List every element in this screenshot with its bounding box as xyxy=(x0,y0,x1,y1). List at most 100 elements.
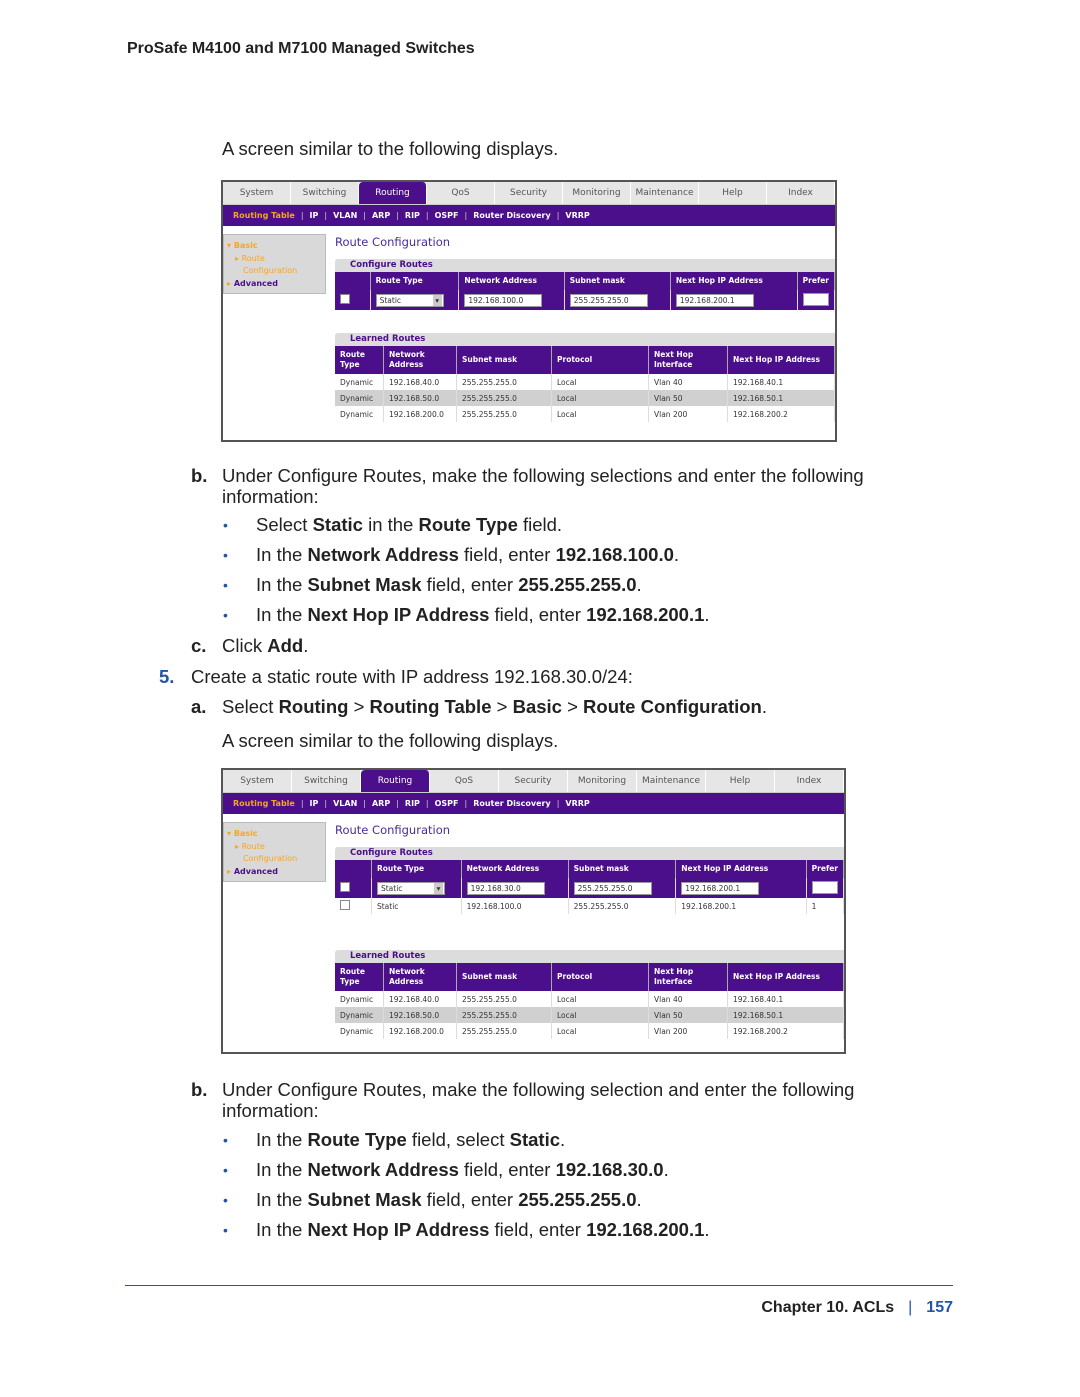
select-checkbox[interactable] xyxy=(340,294,350,304)
bullet-item: In the Next Hop IP Address field, enter … xyxy=(256,604,710,625)
subnet-mask-input[interactable]: 255.255.255.0 xyxy=(569,293,648,307)
network-address-input[interactable]: 192.168.30.0 xyxy=(466,881,545,895)
step-5-label: 5. xyxy=(159,666,175,687)
table-cell: Local xyxy=(551,406,649,422)
tab-monitoring[interactable]: Monitoring xyxy=(563,182,631,204)
sidebar-item-route[interactable]: ▸ Route xyxy=(227,253,325,266)
subnav-routing-table[interactable]: Routing Table xyxy=(233,799,295,808)
tab-qos[interactable]: QoS xyxy=(430,770,499,792)
subnav-divider: | xyxy=(464,799,468,808)
step-5-text: Create a static route with IP address 19… xyxy=(191,666,633,687)
table-cell: 192.168.40.1 xyxy=(727,991,844,1007)
subnav-routing-table[interactable]: Routing Table xyxy=(233,211,295,220)
subnav-ospf[interactable]: OSPF xyxy=(435,211,459,220)
tab-system[interactable]: System xyxy=(223,770,292,792)
tab-routing[interactable]: Routing xyxy=(359,182,427,204)
sidebar-item-configuration[interactable]: Configuration xyxy=(227,853,325,866)
tab-security[interactable]: Security xyxy=(495,182,563,204)
sidebar-item-basic[interactable]: ▾ Basic xyxy=(227,240,325,253)
route-type-select[interactable]: Static xyxy=(375,293,444,307)
next-hop-ip-input[interactable]: 192.168.200.1 xyxy=(681,881,760,895)
subnav-divider: | xyxy=(324,799,328,808)
learned-routes-table: Route Type Network Address Subnet mask Prot… xyxy=(335,963,844,1039)
subnav-divider: | xyxy=(324,211,328,220)
subnav-arp[interactable]: ARP xyxy=(372,211,390,220)
tab-qos[interactable]: QoS xyxy=(427,182,495,204)
static-route-row: Static 192.168.100.0 255.255.255.0 192.168.… xyxy=(335,898,844,914)
sidebar-label: Basic xyxy=(233,829,258,838)
sidebar-item-advanced[interactable]: ▸ Advanced xyxy=(227,278,325,291)
tab-help[interactable]: Help xyxy=(699,182,767,204)
subnav-router-discovery[interactable]: Router Discovery xyxy=(473,799,551,808)
ui-body: ▾ Basic ▸ Route Configuration ▸ Advanced Rou… xyxy=(223,226,835,422)
screenshot-route-config-1: System Switching Routing QoS Security Monitor… xyxy=(221,180,837,442)
sidebar-item-route[interactable]: ▸ Route xyxy=(227,841,325,854)
sub-nav: Routing Table | IP | VLAN | ARP | RIP | OSPF | Route… xyxy=(223,205,835,226)
learned-routes-header: Learned Routes xyxy=(335,333,835,346)
main-content: Route Configuration Configure Routes Route… xyxy=(326,226,835,422)
bold-term: Static xyxy=(312,514,363,535)
network-address-input[interactable]: 192.168.100.0 xyxy=(464,293,543,307)
text-run: field, enter xyxy=(421,1189,519,1210)
preference-input[interactable] xyxy=(811,880,838,894)
table-cell: 1 xyxy=(806,898,844,914)
screen-intro-1: A screen similar to the following displa… xyxy=(222,138,559,159)
input-cell xyxy=(797,290,835,310)
table-cell: Vlan 50 xyxy=(648,1007,728,1023)
tab-help[interactable]: Help xyxy=(706,770,775,792)
configure-routes-header: Configure Routes xyxy=(335,259,835,272)
sidebar: ▾ Basic ▸ Route Configuration ▸ Advanced xyxy=(223,234,326,294)
sidebar-label: Basic xyxy=(233,241,258,250)
tab-routing[interactable]: Routing xyxy=(361,770,430,792)
sidebar-item-basic[interactable]: ▾ Basic xyxy=(227,828,325,841)
table-cell: Vlan 50 xyxy=(648,390,728,406)
subnav-ospf[interactable]: OSPF xyxy=(435,799,459,808)
subnav-rip[interactable]: RIP xyxy=(405,799,420,808)
bold-term: Next Hop IP Address xyxy=(307,1219,490,1240)
step-b1-line1: Under Configure Routes, make the followi… xyxy=(222,465,864,486)
tab-maintenance[interactable]: Maintenance xyxy=(637,770,706,792)
subnav-rip[interactable]: RIP xyxy=(405,211,420,220)
sidebar-item-configuration[interactable]: Configuration xyxy=(227,265,325,278)
subnav-ip[interactable]: IP xyxy=(310,211,319,220)
bullet-item: In the Network Address field, enter 192.… xyxy=(256,1159,669,1180)
text-run: In the xyxy=(256,604,308,625)
text-run: In the xyxy=(256,1219,308,1240)
column-header xyxy=(335,272,371,290)
tab-security[interactable]: Security xyxy=(499,770,568,792)
subnet-mask-input[interactable]: 255.255.255.0 xyxy=(573,881,652,895)
column-header: Protocol xyxy=(551,346,649,374)
subnav-vlan[interactable]: VLAN xyxy=(333,211,357,220)
next-hop-ip-input[interactable]: 192.168.200.1 xyxy=(675,293,754,307)
subnav-router-discovery[interactable]: Router Discovery xyxy=(473,211,551,220)
tab-system[interactable]: System xyxy=(223,182,291,204)
text-run: In the xyxy=(256,574,308,595)
table-cell: Dynamic xyxy=(335,374,384,390)
tab-index[interactable]: Index xyxy=(767,182,835,204)
tab-maintenance[interactable]: Maintenance xyxy=(631,182,699,204)
select-checkbox[interactable] xyxy=(340,882,350,892)
step-b2-line1: Under Configure Routes, make the followi… xyxy=(222,1079,855,1100)
text-run: field. xyxy=(517,514,563,535)
sidebar-label: Route xyxy=(241,841,265,851)
sidebar-label: Advanced xyxy=(233,278,278,288)
subnav-vlan[interactable]: VLAN xyxy=(333,799,357,808)
tab-index[interactable]: Index xyxy=(775,770,844,792)
subnav-vrrp[interactable]: VRRP xyxy=(565,799,589,808)
subnav-divider: | xyxy=(300,799,304,808)
top-nav-tabs: System Switching Routing QoS Security Monitor… xyxy=(223,182,835,205)
subnav-divider: | xyxy=(363,799,366,808)
tab-switching[interactable]: Switching xyxy=(291,182,359,204)
subnav-ip[interactable]: IP xyxy=(310,799,319,808)
row-checkbox[interactable] xyxy=(340,900,350,910)
step-a-label: a. xyxy=(191,696,207,717)
sidebar-item-advanced[interactable]: ▸ Advanced xyxy=(227,866,325,879)
table-cell: 192.168.100.0 xyxy=(461,898,569,914)
table-cell: Dynamic xyxy=(335,1023,384,1039)
route-type-select[interactable]: Static xyxy=(376,881,445,895)
preference-input[interactable] xyxy=(802,292,829,306)
subnav-arp[interactable]: ARP xyxy=(372,799,390,808)
tab-switching[interactable]: Switching xyxy=(292,770,361,792)
subnav-vrrp[interactable]: VRRP xyxy=(565,211,589,220)
tab-monitoring[interactable]: Monitoring xyxy=(568,770,637,792)
